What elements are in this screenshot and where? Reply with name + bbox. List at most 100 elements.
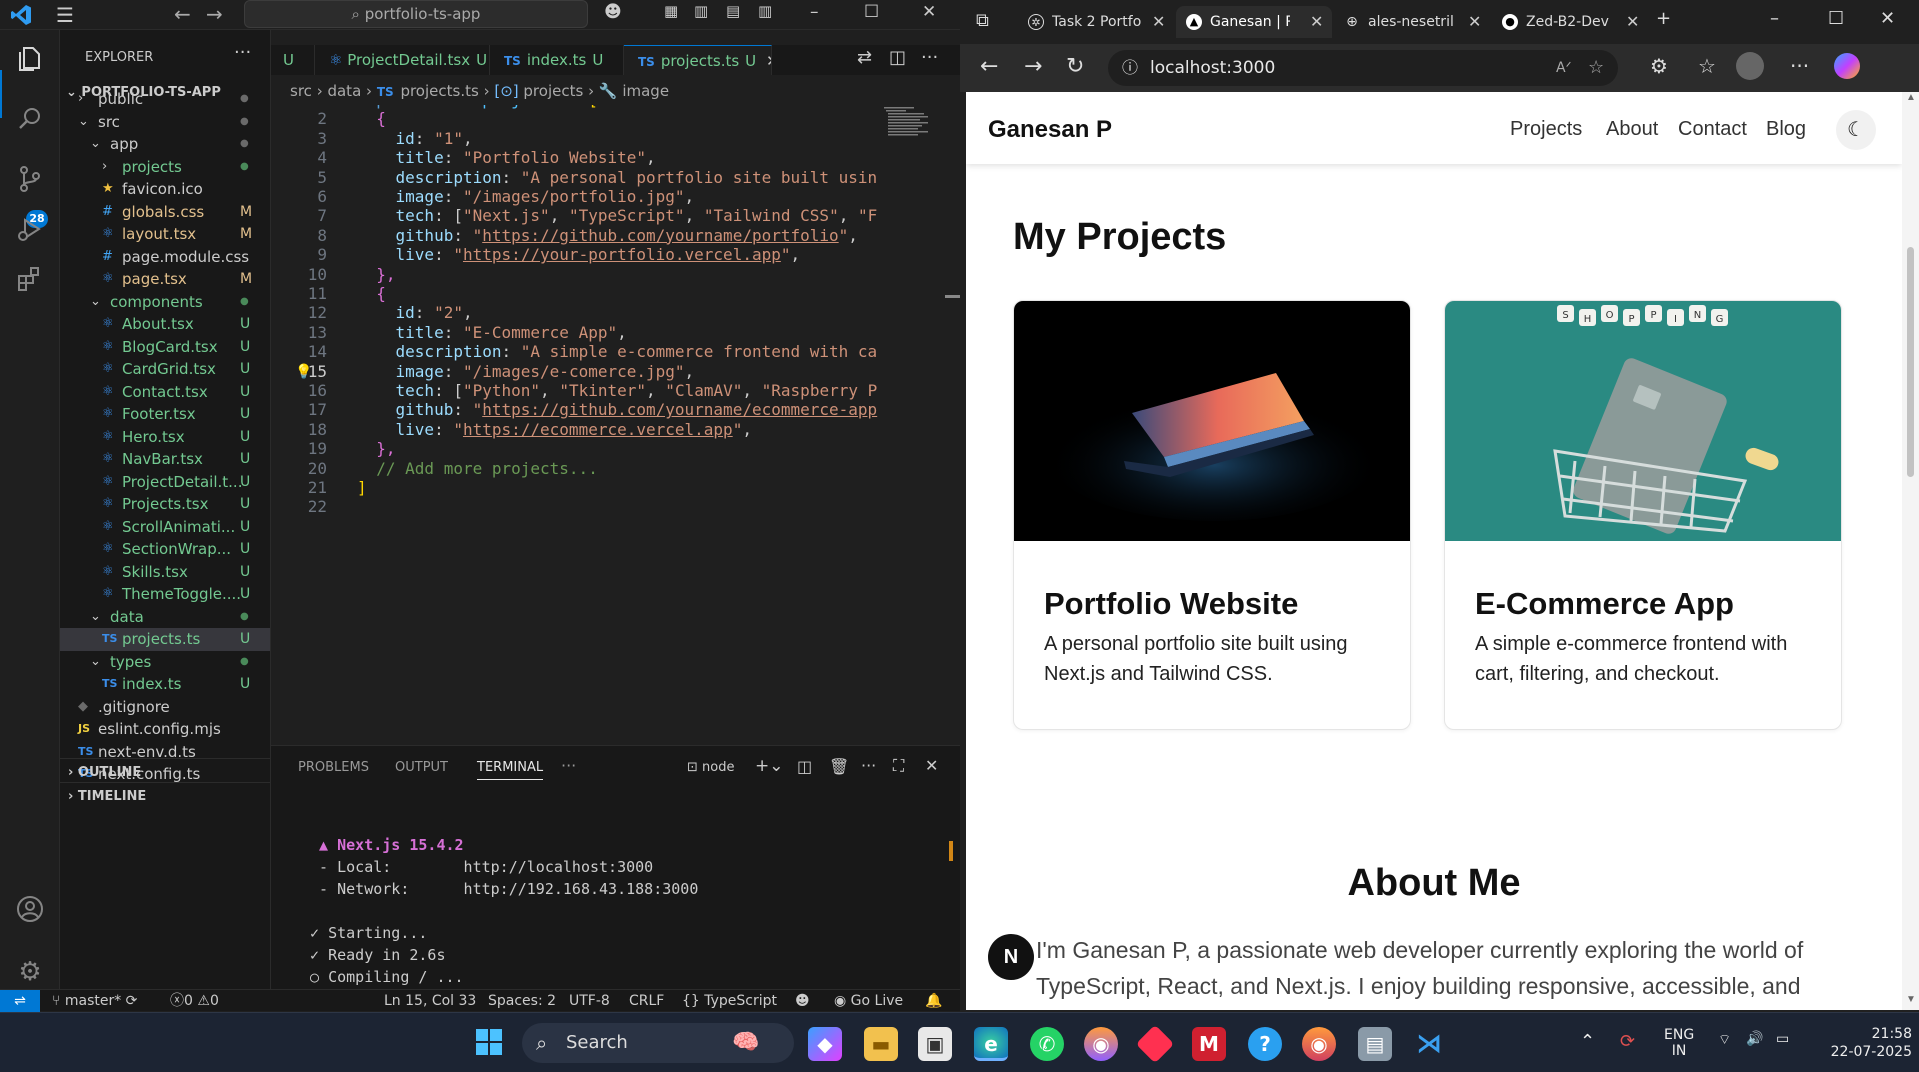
branch-status[interactable]: ⑂ master* ⟳ [52,990,137,1012]
help-icon[interactable]: ? [1248,1027,1282,1061]
maximize-panel-icon[interactable]: ⛶ [893,756,904,776]
copilot-app-icon[interactable]: ◆ [808,1027,842,1061]
copilot-status-icon[interactable]: ☻ [795,990,810,1012]
store-icon[interactable]: ▣ [918,1027,952,1061]
project-card[interactable]: S H O P P I N G E-Commerce App A simple e-comme… [1444,300,1842,730]
project-card[interactable]: Portfolio Website A personal portfolio s… [1013,300,1411,730]
browser-tab[interactable]: ⊕ ales-nesetril ✕ [1334,6,1490,38]
tree-item[interactable]: ⚛ BlogCard.tsx U [60,336,270,359]
tree-item[interactable]: ⚛ Contact.tsx U [60,381,270,404]
tree-item[interactable]: ⌄ data ● [60,606,270,629]
more-menu-icon[interactable]: ··· [1790,54,1809,78]
more-icon[interactable]: ··· [861,756,876,775]
run-debug-icon[interactable] [12,214,48,250]
mcafee-icon[interactable]: M [1192,1027,1226,1061]
language-mode[interactable]: {} TypeScript [682,990,777,1012]
whatsapp-icon[interactable]: ✆ [1030,1027,1064,1061]
close-tab-icon[interactable]: ✕ [1626,6,1639,38]
site-brand[interactable]: Ganesan P [988,116,1112,144]
close-tab-icon[interactable]: ✕ [1468,6,1481,38]
extensions-icon[interactable]: ⚙ [1650,54,1668,78]
tree-item[interactable]: # page.module.css [60,246,270,269]
tree-item[interactable]: › public ● [60,88,270,111]
file-explorer-icon[interactable]: ▬ [864,1027,898,1061]
timeline-section[interactable]: › TIMELINE [60,782,270,809]
profile-avatar[interactable] [1736,52,1764,80]
back-arrow-icon[interactable]: ← [174,2,191,26]
split-terminal-icon[interactable]: ◫ [797,757,812,776]
breadcrumb-item[interactable]: projects [523,82,583,100]
scroll-down-icon[interactable]: ▼ [1906,994,1916,1005]
search-icon[interactable] [12,104,48,140]
indentation[interactable]: Spaces: 2 [488,990,556,1012]
start-windows-icon[interactable] [472,1027,506,1061]
archive-app-icon[interactable]: ▤ [1358,1027,1392,1061]
chevron-up-icon[interactable]: ⌃ [1580,1031,1595,1052]
copilot-icon[interactable]: ☻ [604,2,622,22]
tab-hidden[interactable]: U [271,45,315,75]
encoding[interactable]: UTF-8 [569,990,610,1012]
tree-item[interactable]: ⚛ Skills.tsx U [60,561,270,584]
outline-section[interactable]: › OUTLINE [60,758,270,785]
line-ending[interactable]: CRLF [629,990,664,1012]
vscode-app-icon[interactable]: ⋊ [1412,1027,1446,1061]
tree-item[interactable]: ⚛ About.tsx U [60,313,270,336]
tab-projects[interactable]: TS projects.ts U ✕ [624,45,772,75]
toggle-secondary-sidebar-icon[interactable]: ▥ [758,2,772,20]
tree-item[interactable]: › projects ● [60,156,270,179]
close-tab-icon[interactable]: ✕ [1310,6,1323,38]
bell-icon[interactable]: 🔔 [925,990,942,1012]
theme-toggle-button[interactable]: ☾ [1836,110,1876,150]
close-panel-icon[interactable]: ✕ [925,756,938,775]
tree-item[interactable]: ⚛ ScrollAnimati... U [60,516,270,539]
read-aloud-icon[interactable]: Aᐟ [1556,50,1572,86]
tree-item[interactable]: ⌄ app ● [60,133,270,156]
copilot-icon[interactable] [1834,53,1860,79]
breadcrumb-item[interactable]: data [327,82,361,100]
tree-item[interactable]: ★ favicon.ico [60,178,270,201]
compare-changes-icon[interactable]: ⇄ [857,47,872,68]
nav-link-blog[interactable]: Blog [1766,118,1806,141]
tree-item[interactable]: ◆ .gitignore [60,696,270,719]
nextjs-dev-badge[interactable]: N [988,934,1034,980]
tree-item[interactable]: ⚛ Projects.tsx U [60,493,270,516]
tab-index[interactable]: TS index.ts U [490,45,624,75]
accounts-icon[interactable] [12,894,48,930]
nav-link-about[interactable]: About [1606,118,1658,141]
command-search-box[interactable]: ⌕ portfolio-ts-app [244,0,588,28]
nav-link-projects[interactable]: Projects [1510,118,1582,141]
nav-link-contact[interactable]: Contact [1678,118,1747,141]
clock[interactable]: 21:58 22-07-2025 [1812,1025,1912,1061]
back-icon[interactable]: ← [980,54,998,79]
taskbar-search[interactable]: ⌕ Search 🧠 [522,1023,794,1063]
minimap[interactable] [880,105,940,745]
close-tab-icon[interactable]: ✕ [766,52,771,70]
toggle-sidebar-icon[interactable]: ▥ [694,2,708,20]
address-bar[interactable]: ⓘ localhost:3000 Aᐟ ☆ [1108,50,1618,86]
tree-item[interactable]: ⚛ ThemeToggle.... U [60,583,270,606]
tree-item[interactable]: TS projects.ts U [60,628,270,651]
explorer-icon[interactable] [12,44,48,80]
wifi-icon[interactable]: ⌔ [1718,1031,1731,1049]
new-tab-icon[interactable]: + [1656,8,1671,29]
lightbulb-icon[interactable]: 💡 [295,360,312,384]
tree-item[interactable]: ⚛ Hero.tsx U [60,426,270,449]
tab-problems[interactable]: PROBLEMS [298,760,369,775]
browser-tab-active[interactable]: ▲ Ganesan | Po ✕ [1176,6,1332,38]
scroll-up-icon[interactable]: ▲ [1906,92,1916,103]
breadcrumb-item[interactable]: image [622,82,669,100]
close-window-icon[interactable]: ✕ [1880,8,1895,29]
tab-projectdetail[interactable]: ⚛ ProjectDetail.tsx U [315,45,490,75]
scroll-thumb[interactable] [1907,247,1914,477]
tree-item[interactable]: ⌄ src ● [60,111,270,134]
source-control-icon[interactable] [12,164,48,200]
browser-app-icon[interactable]: ◉ [1302,1027,1336,1061]
more-actions-icon[interactable]: ··· [921,47,938,68]
tree-item[interactable]: ⚛ layout.tsx M [60,223,270,246]
git-app-icon[interactable] [1135,1024,1175,1064]
edge-app-icon[interactable]: e [974,1027,1008,1061]
code-editor[interactable]: 1export const projects = [2 {3 id: "1",4… [271,105,960,745]
close-tab-icon[interactable]: ✕ [1152,6,1165,38]
split-editor-icon[interactable]: ◫ [889,47,906,68]
menu-icon[interactable]: ☰ [56,3,74,27]
